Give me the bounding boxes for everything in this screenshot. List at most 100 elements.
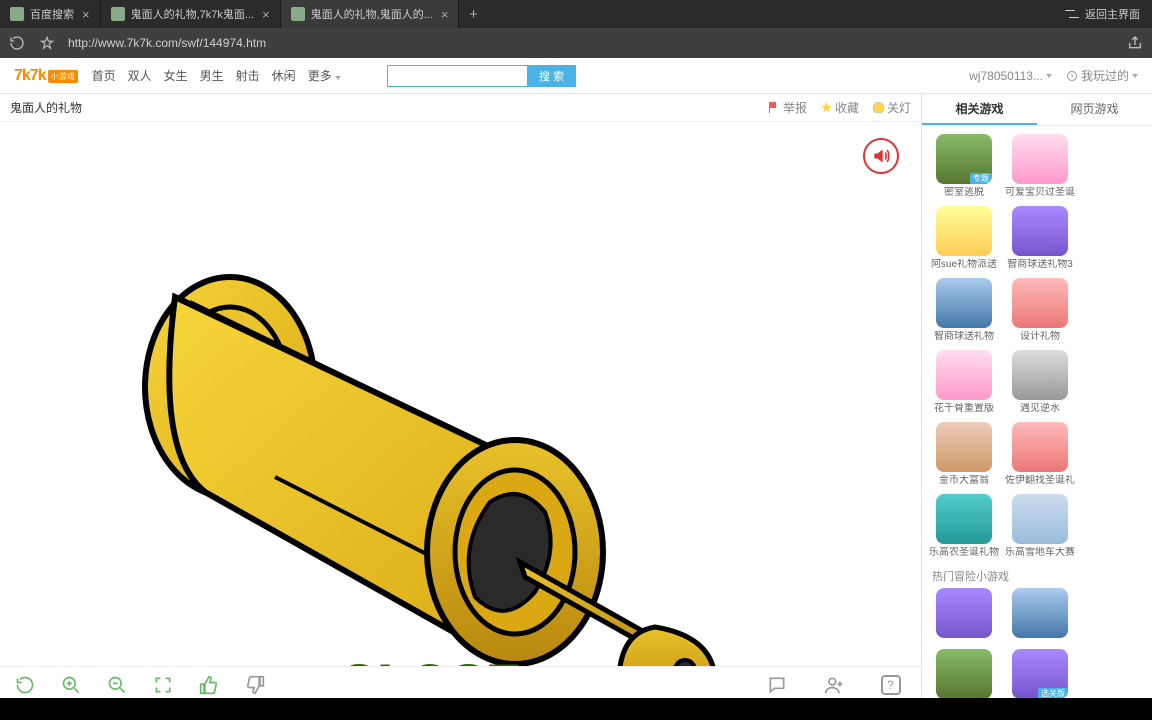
close-tab-button[interactable]: × [260,7,272,22]
clock-icon [1066,70,1078,82]
chevron-down-icon [1046,74,1052,78]
game-thumbnail [936,278,992,328]
bottom-bar [0,698,1152,720]
browser-tab[interactable]: 百度搜索 × [0,0,101,28]
game-name: 金币大富翁 [928,475,1000,486]
sidebar-subheader: 热门冒险小游戏 [926,564,1148,586]
game-thumbnail: 专题 [936,134,992,184]
return-main-button[interactable]: 返回主界面 [1053,6,1152,22]
site-header: 7k7k小游戏 首页双人女生男生射击休闲更多 搜 索 wj78050113...… [0,58,1152,94]
chevron-down-icon [1132,74,1138,78]
game-card[interactable]: 专题密室逃脱 [928,134,1000,198]
browser-tab[interactable]: 鬼面人的礼物,鬼面人的... × [281,0,460,28]
game-card[interactable]: 遇见逆水 [1004,350,1076,414]
game-thumbnail [936,206,992,256]
tab-title: 百度搜索 [30,6,74,22]
close-tab-button[interactable]: × [439,7,451,22]
game-card[interactable]: 阿sue礼物派送 [928,206,1000,270]
game-card[interactable]: 花千骨重置版 [928,350,1000,414]
nav-link[interactable]: 女生 [164,69,188,83]
game-name: 设计礼物 [1004,331,1076,342]
user-menu[interactable]: wj78050113... [969,69,1052,83]
chat-icon [767,675,787,695]
thumbs-up-icon [199,675,219,695]
nav-link[interactable]: 休闲 [272,69,296,83]
game-thumbnail [1012,588,1068,638]
sound-toggle-button[interactable] [863,138,899,174]
game-name: 乐高农圣诞礼物 [928,547,1000,558]
game-card[interactable]: 佐伊翻找圣诞礼 [1004,422,1076,486]
favorite-game-button[interactable]: 收藏 [821,99,859,116]
zoom-in-icon [61,675,81,695]
game-thumbnail [1012,350,1068,400]
game-name: 花千骨重置版 [928,403,1000,414]
report-button[interactable]: 举报 [769,99,807,116]
chevron-down-icon [335,76,341,80]
game-card[interactable]: 智商球送礼物3 [1004,206,1076,270]
favorite-button[interactable] [38,34,56,52]
browser-titlebar: 百度搜索×鬼面人的礼物,7k7k鬼面...×鬼面人的礼物,鬼面人的...× + … [0,0,1152,28]
game-thumbnail [1012,134,1068,184]
game-card[interactable]: 设计礼物 [1004,278,1076,342]
nav-link[interactable]: 更多 [308,69,341,83]
game-name: 遇见逆水 [1004,403,1076,414]
url-text[interactable]: http://www.7k7k.com/swf/144974.htm [68,36,266,50]
played-menu[interactable]: 我玩过的 [1066,67,1138,84]
share-button[interactable] [1126,34,1144,52]
game-thumbnail [1012,494,1068,544]
game-thumbnail [1012,422,1068,472]
site-logo[interactable]: 7k7k小游戏 [14,67,78,85]
game-name: 可爱宝贝过圣诞 [1004,187,1076,198]
close-tab-button[interactable]: × [80,7,92,22]
game-thumbnail: 选关版 [1012,649,1068,699]
game-badge: 专题 [970,173,992,184]
game-thumbnail [936,350,992,400]
browser-tab[interactable]: 鬼面人的礼物,7k7k鬼面...× [101,0,281,28]
reload-button[interactable] [8,34,26,52]
search-button[interactable]: 搜 索 [527,65,576,87]
game-name: 密室逃脱 [928,187,1000,198]
flag-icon [769,102,780,113]
game-thumbnail [936,649,992,699]
game-thumbnail [1012,278,1068,328]
lights-off-button[interactable]: 关灯 [873,99,911,116]
speaker-icon [871,146,891,166]
game-stage[interactable]: CLOSE [0,122,921,666]
nav-link[interactable]: 男生 [200,69,224,83]
game-card[interactable]: 智商球送礼物 [928,278,1000,342]
question-icon: ? [881,675,901,695]
sidebar-tab-web[interactable]: 网页游戏 [1037,94,1152,125]
keyhole-illustration [120,252,740,666]
game-card[interactable] [1004,588,1076,641]
search-input[interactable] [387,65,527,87]
sidebar-tab-related[interactable]: 相关游戏 [922,94,1037,125]
game-card[interactable]: 乐高雪地车大赛 [1004,494,1076,558]
game-card[interactable]: 可爱宝贝过圣诞 [1004,134,1076,198]
new-tab-button[interactable]: + [459,6,487,23]
tab-favicon [111,7,125,21]
game-card[interactable]: 乐高农圣诞礼物 [928,494,1000,558]
game-card[interactable]: 金币大富翁 [928,422,1000,486]
tab-title: 鬼面人的礼物,鬼面人的... [311,6,433,22]
bulb-icon [873,102,884,113]
game-thumbnail [1012,206,1068,256]
game-name: 佐伊翻找圣诞礼 [1004,475,1076,486]
game-name: 阿sue礼物派送 [928,259,1000,270]
close-button[interactable]: CLOSE [340,654,522,666]
thumbs-down-icon [245,675,265,695]
address-bar: http://www.7k7k.com/swf/144974.htm [0,28,1152,58]
game-card[interactable] [928,588,1000,641]
star-icon [821,102,832,113]
zoom-out-icon [107,675,127,695]
game-title: 鬼面人的礼物 [10,99,82,116]
game-thumbnail [936,494,992,544]
nav-link[interactable]: 双人 [128,69,152,83]
return-main-label: 返回主界面 [1085,6,1140,22]
game-header: 鬼面人的礼物 举报 收藏 关灯 [0,94,921,122]
game-name: 智商球送礼物3 [1004,259,1076,270]
nav-link[interactable]: 首页 [92,69,116,83]
tab-favicon [10,7,24,21]
sidebar: 相关游戏 网页游戏 专题密室逃脱可爱宝贝过圣诞阿sue礼物派送智商球送礼物3 智商… [922,94,1152,720]
tab-favicon [291,7,305,21]
nav-link[interactable]: 射击 [236,69,260,83]
